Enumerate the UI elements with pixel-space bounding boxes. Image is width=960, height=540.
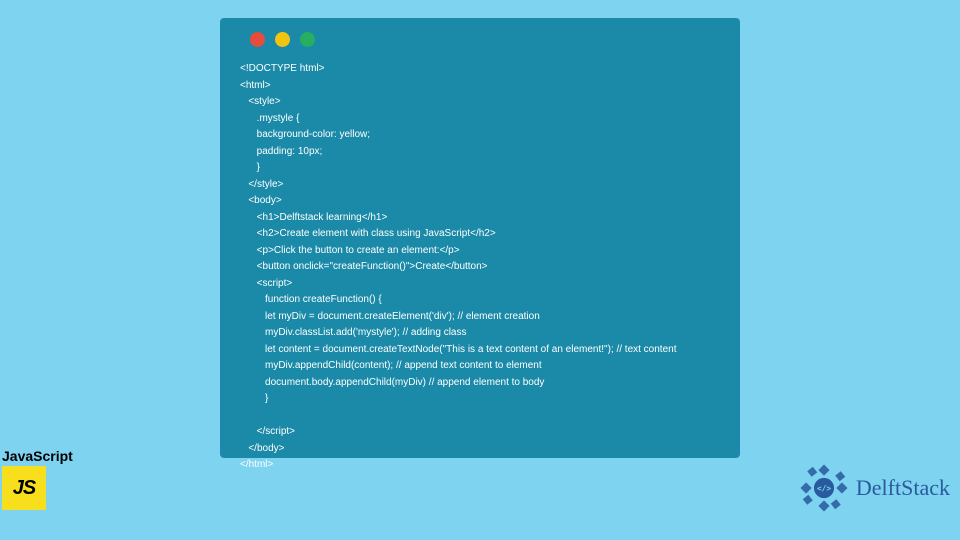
window-controls (250, 32, 720, 47)
javascript-badge: JavaScript JS (2, 448, 73, 510)
delftstack-badge: </> DelftStack (796, 460, 950, 516)
close-dot-icon[interactable] (250, 32, 265, 47)
delftstack-logo-icon: </> (796, 460, 852, 516)
javascript-logo-text: JS (13, 477, 35, 500)
code-content: <!DOCTYPE html> <html> <style> .mystyle … (240, 61, 720, 474)
svg-text:</>: </> (817, 484, 831, 493)
minimize-dot-icon[interactable] (275, 32, 290, 47)
javascript-label: JavaScript (2, 448, 73, 464)
code-window: <!DOCTYPE html> <html> <style> .mystyle … (220, 18, 740, 458)
javascript-logo-icon: JS (2, 466, 46, 510)
delftstack-text: DelftStack (856, 475, 950, 501)
maximize-dot-icon[interactable] (300, 32, 315, 47)
